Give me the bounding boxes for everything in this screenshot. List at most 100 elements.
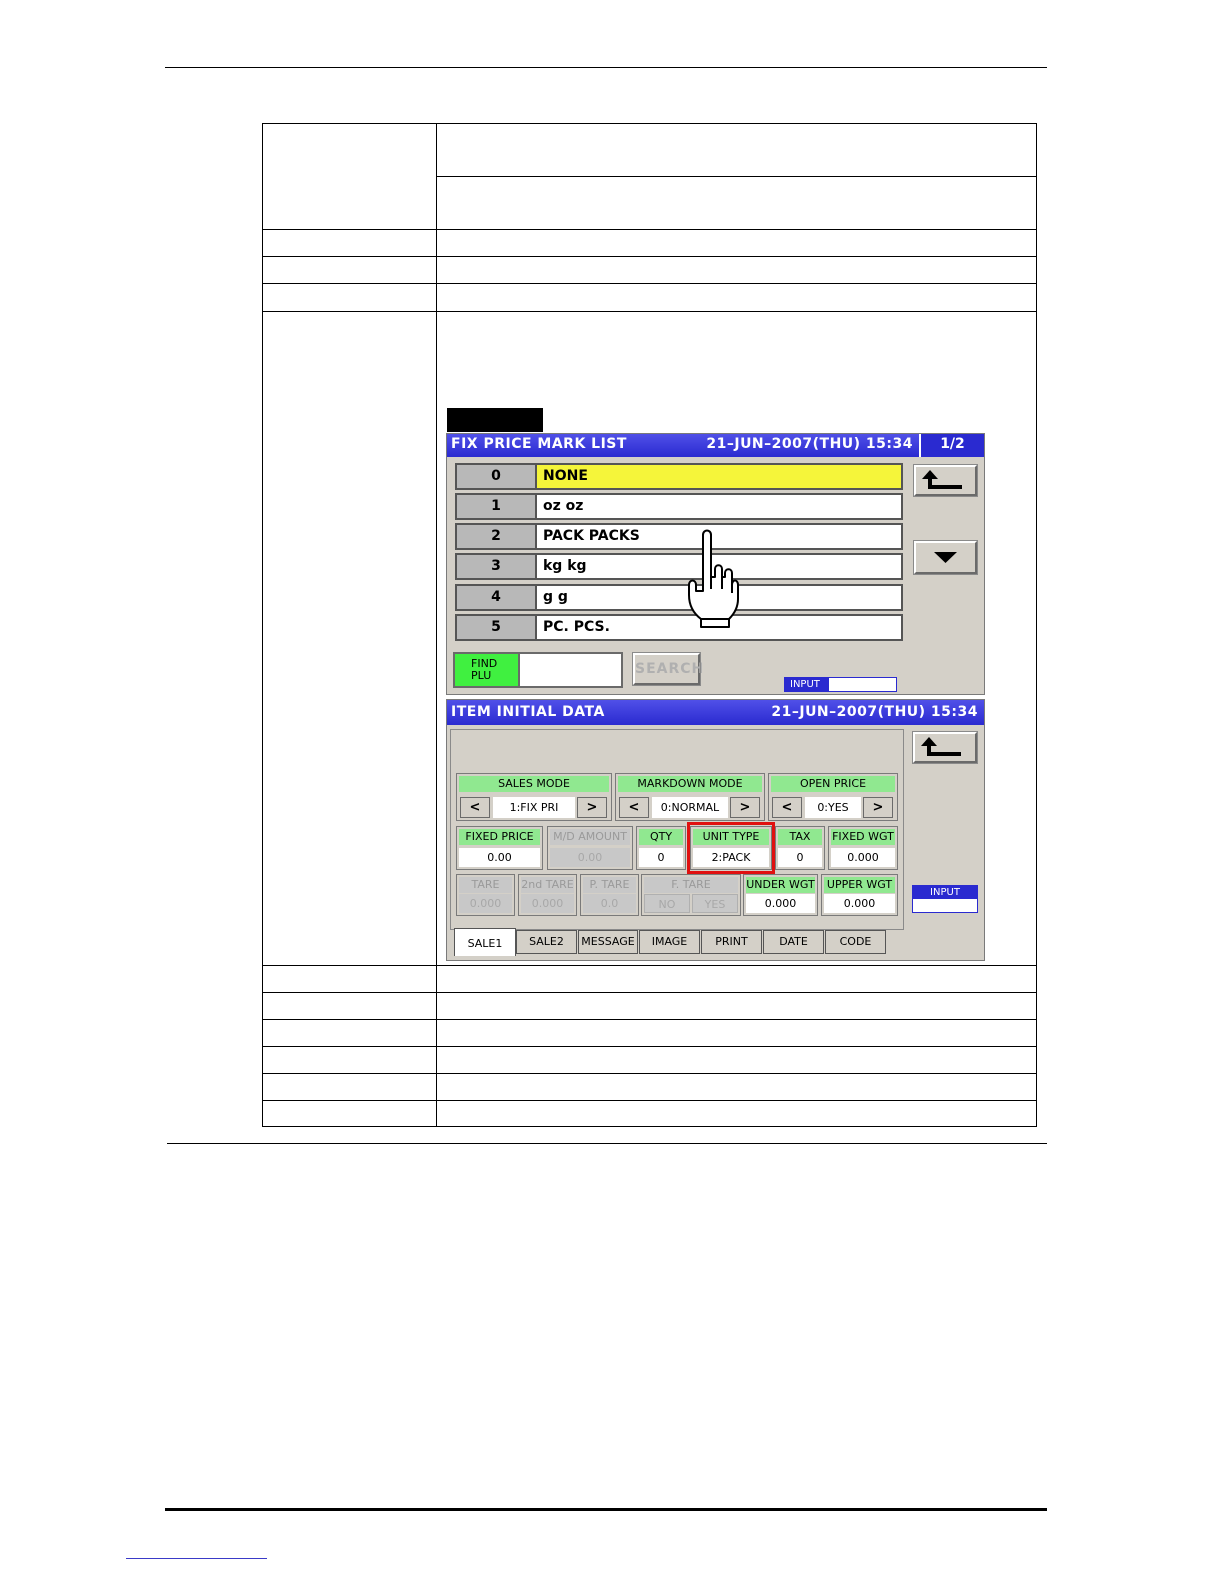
plu-list-row[interactable]: 4 g g — [455, 584, 903, 611]
plu-row-name: oz oz — [543, 498, 584, 514]
table-row-divider — [263, 256, 1036, 257]
fix-price-mark-list-titlebar: FIX PRICE MARK LIST 21–JUN–2007(THU) 15:… — [447, 434, 919, 457]
input-indicator: INPUT — [912, 885, 978, 913]
p-tare-field: P. TARE 0.0 — [580, 874, 639, 916]
footer-rule — [165, 1508, 1047, 1511]
sales-mode-label: SALES MODE — [459, 776, 609, 792]
input-indicator: INPUT — [784, 677, 897, 692]
sales-mode-field: SALES MODE < 1:FIX PRI > — [456, 773, 612, 821]
search-label: SEARCH — [635, 661, 705, 677]
p-tare-value: 0.0 — [583, 894, 636, 913]
f-tare-no-option: NO — [644, 894, 690, 913]
second-tare-label: 2nd TARE — [521, 877, 574, 893]
screenshot-label-block — [447, 408, 543, 432]
table-row-divider — [263, 1046, 1036, 1047]
input-indicator-label: INPUT — [785, 678, 829, 691]
second-tare-field: 2nd TARE 0.000 — [518, 874, 577, 916]
chevron-right-icon: > — [739, 800, 751, 815]
back-button[interactable] — [912, 731, 978, 764]
tab-date[interactable]: DATE — [763, 930, 824, 954]
sales-mode-prev-button[interactable]: < — [460, 797, 490, 818]
plu-row-number: 3 — [457, 555, 537, 578]
screen-datetime: 21–JUN–2007(THU) 15:34 — [771, 704, 978, 720]
sales-mode-value: 1:FIX PRI — [493, 797, 575, 818]
return-arrow-icon — [922, 470, 962, 489]
screen-datetime: 21–JUN–2007(THU) 15:34 — [706, 436, 913, 452]
fixed-price-label: FIXED PRICE — [459, 829, 540, 845]
top-rule — [165, 67, 1047, 68]
page-indicator: 1/2 — [919, 434, 984, 457]
screen-title: ITEM INITIAL DATA — [451, 704, 605, 720]
tab-sale2[interactable]: SALE2 — [516, 930, 577, 954]
markdown-mode-prev-button[interactable]: < — [619, 797, 649, 818]
table-row-divider — [263, 965, 1036, 966]
find-plu-button[interactable]: FIND PLU — [455, 654, 520, 686]
under-wgt-field[interactable]: UNDER WGT 0.000 — [743, 874, 818, 916]
open-price-next-button[interactable]: > — [863, 797, 893, 818]
plu-list-row[interactable]: 5 PC. PCS. — [455, 614, 903, 641]
f-tare-yes-option: YES — [692, 894, 738, 913]
fixed-price-field[interactable]: FIXED PRICE 0.00 — [456, 826, 543, 870]
table-column-divider — [436, 124, 437, 1126]
open-price-label: OPEN PRICE — [771, 776, 895, 792]
markdown-mode-value: 0:NORMAL — [652, 797, 728, 818]
fix-price-mark-list-screen: FIX PRICE MARK LIST 21–JUN–2007(THU) 15:… — [446, 433, 985, 695]
item-initial-data-screen: ITEM INITIAL DATA 21–JUN–2007(THU) 15:34… — [446, 699, 985, 961]
tax-field[interactable]: TAX 0 — [775, 826, 825, 870]
pointing-hand-icon — [688, 529, 739, 628]
tab-message[interactable]: MESSAGE — [578, 930, 638, 954]
back-button[interactable] — [913, 464, 978, 497]
plu-row-name-cell — [537, 495, 901, 518]
tax-label: TAX — [778, 829, 822, 845]
table-row-divider — [263, 1100, 1036, 1101]
markdown-mode-next-button[interactable]: > — [730, 797, 760, 818]
page-down-button[interactable] — [913, 540, 978, 575]
table-row-divider — [263, 1073, 1036, 1074]
p-tare-label: P. TARE — [583, 877, 636, 893]
md-amount-value: 0.00 — [550, 848, 630, 867]
plu-list-row[interactable]: 1 oz oz — [455, 493, 903, 520]
plu-row-number: 2 — [457, 525, 537, 548]
plu-row-number: 5 — [457, 616, 537, 639]
table-row-divider — [263, 311, 1036, 312]
open-price-value: 0:YES — [805, 797, 861, 818]
triangle-down-icon — [934, 552, 957, 563]
tab-image[interactable]: IMAGE — [639, 930, 700, 954]
markdown-mode-label: MARKDOWN MODE — [618, 776, 762, 792]
tab-print[interactable]: PRINT — [701, 930, 762, 954]
fixed-price-value: 0.00 — [459, 848, 540, 867]
qty-field[interactable]: QTY 0 — [636, 826, 686, 870]
find-plu-label-line2: PLU — [471, 669, 492, 682]
content-bottom-rule — [167, 1143, 1047, 1144]
tare-field: TARE 0.000 — [456, 874, 515, 916]
plu-row-number: 1 — [457, 495, 537, 518]
chevron-right-icon: > — [872, 800, 884, 815]
tab-sale1[interactable]: SALE1 — [454, 928, 516, 956]
qty-label: QTY — [639, 829, 683, 845]
upper-wgt-field[interactable]: UPPER WGT 0.000 — [821, 874, 898, 916]
plu-list-row[interactable]: 3 kg kg — [455, 553, 903, 580]
table-row-divider — [437, 176, 1036, 177]
plu-row-name: PACK PACKS — [543, 528, 640, 544]
sales-mode-next-button[interactable]: > — [577, 797, 607, 818]
plu-list-row[interactable]: 0 NONE — [455, 463, 903, 490]
chevron-left-icon: < — [469, 800, 481, 815]
plu-row-name: kg kg — [543, 558, 587, 574]
plu-row-number: 0 — [457, 465, 537, 488]
plu-row-name: NONE — [543, 468, 588, 484]
item-initial-data-titlebar: ITEM INITIAL DATA 21–JUN–2007(THU) 15:34 — [447, 700, 984, 725]
md-amount-label: M/D AMOUNT — [550, 829, 630, 845]
plu-list-row[interactable]: 2 PACK PACKS — [455, 523, 903, 550]
search-button[interactable]: SEARCH — [632, 652, 703, 686]
fixed-wgt-field[interactable]: FIXED WGT 0.000 — [828, 826, 898, 870]
chevron-left-icon: < — [781, 800, 793, 815]
chevron-right-icon: > — [586, 800, 598, 815]
plu-row-name: PC. PCS. — [543, 619, 610, 635]
tare-label: TARE — [459, 877, 512, 893]
plu-row-name-cell — [537, 465, 901, 488]
unit-type-highlight-box — [687, 822, 775, 874]
f-tare-label: F. TARE — [644, 877, 738, 893]
open-price-prev-button[interactable]: < — [772, 797, 802, 818]
fixed-wgt-value: 0.000 — [831, 848, 895, 867]
tab-code[interactable]: CODE — [825, 930, 886, 954]
